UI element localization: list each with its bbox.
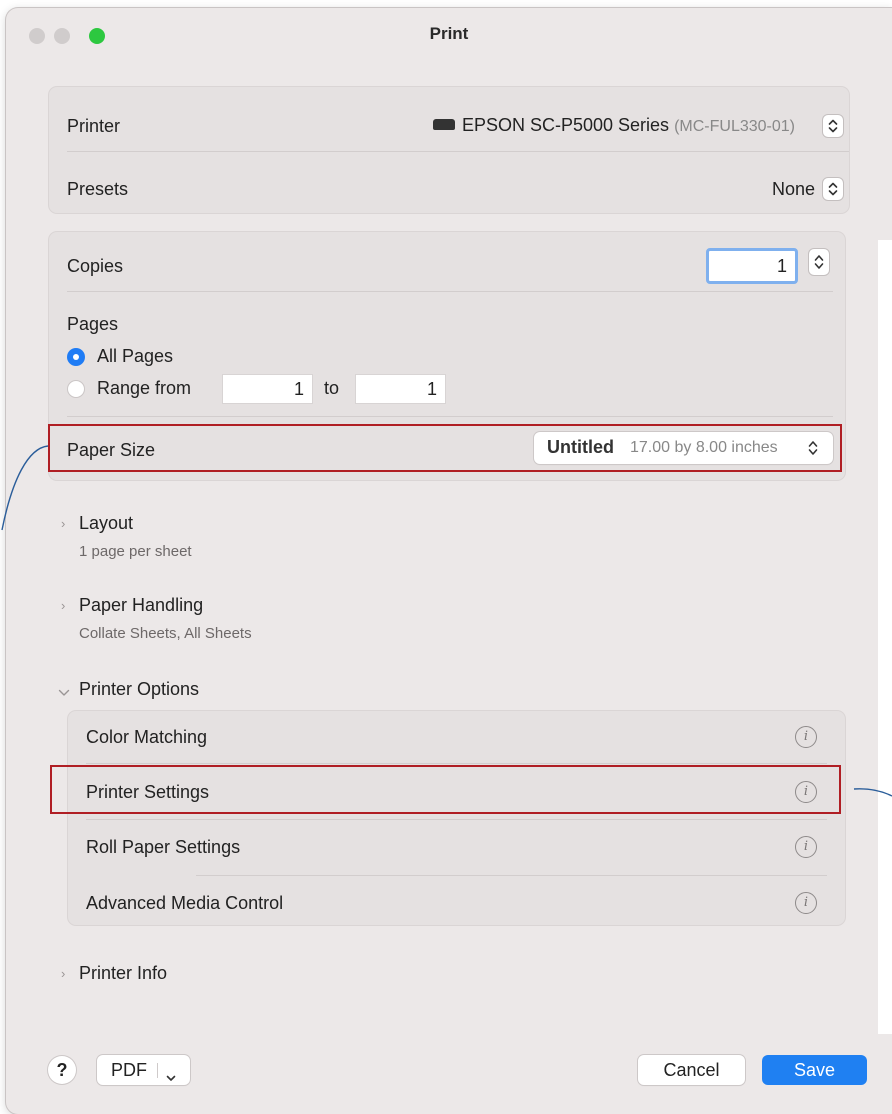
print-dialog: Print Printer EPSON SC-P5000 Series (MC-… xyxy=(6,8,892,1114)
help-icon: ? xyxy=(56,1060,68,1080)
printer-option-row[interactable]: Advanced Media Control i xyxy=(68,876,845,925)
layout-chevron-right-icon[interactable]: › xyxy=(61,516,65,531)
presets-select[interactable]: None xyxy=(772,179,815,200)
printer-updown-chevron-icon[interactable] xyxy=(823,115,843,137)
cancel-button[interactable]: Cancel xyxy=(638,1055,745,1085)
window-title: Print xyxy=(429,24,469,43)
printer-option-label: Color Matching xyxy=(86,727,208,747)
printer-label: Printer xyxy=(67,116,121,136)
title-bar: Print xyxy=(6,8,892,60)
save-button[interactable]: Save xyxy=(762,1055,867,1085)
copies-label: Copies xyxy=(67,256,124,276)
print-preview-pane xyxy=(878,240,892,1034)
printer-info-chevron-right-icon[interactable]: › xyxy=(61,966,65,981)
printer-settings-highlight-box xyxy=(50,765,841,814)
layout-section-title[interactable]: Layout xyxy=(79,513,133,534)
printer-divider xyxy=(67,151,849,152)
printer-option-row[interactable]: Roll Paper Settings i xyxy=(68,820,845,872)
paper-handling-section-title[interactable]: Paper Handling xyxy=(79,595,203,616)
printer-group: Printer EPSON SC-P5000 Series (MC-FUL330… xyxy=(49,87,849,213)
paper-handling-section-summary: Collate Sheets, All Sheets xyxy=(79,625,252,642)
printer-id: (MC-FUL330-01) xyxy=(674,118,795,135)
all-pages-radio[interactable] xyxy=(67,348,85,366)
printer-options-group: Color Matching i Printer Settings i Roll… xyxy=(68,711,845,925)
advanced-media-control-info-icon[interactable]: i xyxy=(795,892,817,914)
color-matching-info-icon[interactable]: i xyxy=(795,726,817,748)
range-to-label: to xyxy=(324,378,340,398)
help-button[interactable]: ? xyxy=(48,1056,76,1084)
pdf-chevron-down-icon xyxy=(166,1066,176,1087)
printer-options-section-title[interactable]: Printer Options xyxy=(79,679,199,700)
range-radio[interactable] xyxy=(67,380,85,398)
paper-size-highlight-box xyxy=(48,424,842,472)
presets-label: Presets xyxy=(67,179,129,199)
printer-info-section-title[interactable]: Printer Info xyxy=(79,963,167,984)
copies-stepper-icon[interactable] xyxy=(809,249,829,275)
layout-section-summary: 1 page per sheet xyxy=(79,543,192,560)
printer-option-label: Advanced Media Control xyxy=(86,893,284,913)
range-from-label: Range from xyxy=(97,378,192,398)
roll-paper-settings-info-icon[interactable]: i xyxy=(795,836,817,858)
pdf-label: PDF xyxy=(111,1060,147,1080)
printer-name: EPSON SC-P5000 Series xyxy=(461,115,670,135)
pages-label: Pages xyxy=(67,314,119,334)
copies-divider xyxy=(67,291,833,292)
copies-input[interactable]: 1 xyxy=(706,248,798,284)
paper-handling-chevron-right-icon[interactable]: › xyxy=(61,598,65,613)
printer-options-chevron-down-icon[interactable] xyxy=(58,684,70,702)
pdf-divider xyxy=(157,1063,158,1078)
paper-size-callout-line xyxy=(1,445,49,531)
printer-option-label: Roll Paper Settings xyxy=(86,837,241,857)
printer-settings-callout-line xyxy=(853,788,892,797)
pages-divider xyxy=(67,416,833,417)
printer-icon xyxy=(432,118,455,130)
pdf-menu-button[interactable]: PDF xyxy=(97,1055,190,1085)
printer-option-row[interactable]: Color Matching i xyxy=(68,711,845,763)
range-from-input[interactable]: 1 xyxy=(222,374,313,404)
presets-updown-chevron-icon[interactable] xyxy=(823,178,843,200)
all-pages-label: All Pages xyxy=(97,346,174,366)
printer-select[interactable]: EPSON SC-P5000 Series (MC-FUL330-01) xyxy=(432,115,795,136)
range-to-input[interactable]: 1 xyxy=(355,374,446,404)
